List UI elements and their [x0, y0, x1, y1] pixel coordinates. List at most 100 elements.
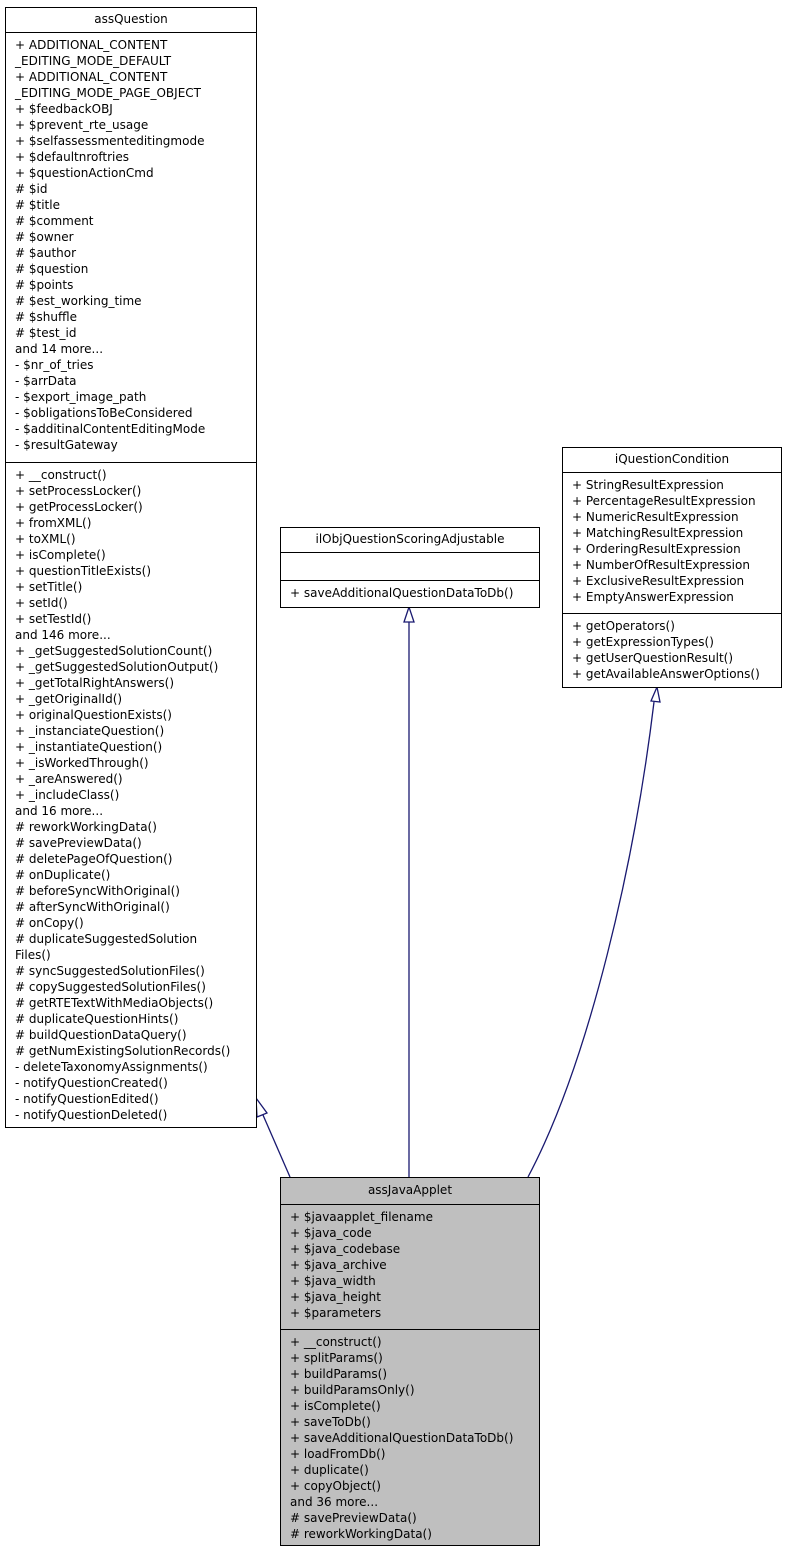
attributes-section: + $javaapplet_filename + $java_code + $jav… [281, 1205, 539, 1329]
attribute-item: # $id [15, 182, 48, 196]
method-item: + buildParams() [290, 1367, 388, 1381]
method-item: - deleteTaxonomyAssignments() [15, 1060, 208, 1074]
attribute-item: # $comment [15, 214, 94, 228]
method-item: + getOperators() [572, 619, 675, 633]
attributes-section [281, 553, 539, 580]
edge-assjavaapplet-to-iquestioncondition [527, 701, 655, 1178]
attribute-item: + $parameters [290, 1306, 382, 1320]
attribute-item: + ExclusiveResultExpression [572, 574, 745, 588]
method-item: + setId() [15, 596, 68, 610]
method-item: + getAvailableAnswerOptions() [572, 667, 760, 681]
attribute-item: + $questionActionCmd [15, 166, 154, 180]
method-item: # savePreviewData() [15, 836, 142, 850]
method-item: # buildQuestionDataQuery() [15, 1028, 187, 1042]
method-item: + setTestId() [15, 612, 92, 626]
attribute-item: + NumberOfResultExpression [572, 558, 750, 572]
methods-section: + saveAdditionalQuestionDataToDb() [281, 580, 539, 601]
attribute-item: # $title [15, 198, 60, 212]
method-item: + questionTitleExists() [15, 564, 152, 578]
method-item: + setTitle() [15, 580, 83, 594]
attribute-item: # $question [15, 262, 89, 276]
edge-assjavaapplet-to-assquestion [262, 1114, 291, 1178]
attributes-section: + StringResultExpression + PercentageResu… [563, 473, 781, 613]
method-item: + fromXML() [15, 516, 92, 530]
method-item: # syncSuggestedSolutionFiles() [15, 964, 205, 978]
method-item: + _getSuggestedSolutionCount() [15, 644, 213, 658]
attribute-item: # $owner [15, 230, 74, 244]
method-item: + copyObject() [290, 1479, 381, 1493]
method-item: + _isWorkedThrough() [15, 756, 149, 770]
attributes-section: + ADDITIONAL_CONTENT _EDITING_MODE_DEFAUL… [6, 33, 256, 462]
more-members-link[interactable]: and 146 more... [15, 627, 256, 643]
method-item: # onDuplicate() [15, 868, 111, 882]
method-item: # savePreviewData() [290, 1511, 417, 1525]
class-ilobjquestionscoringadjustable[interactable]: ilObjQuestionScoringAdjustable + saveAdd… [280, 527, 540, 608]
method-item: + _instantiateQuestion() [15, 740, 163, 754]
method-item: # duplicateQuestionHints() [15, 1012, 179, 1026]
method-item: # onCopy() [15, 916, 84, 930]
method-item: # duplicateSuggestedSolution [15, 932, 198, 946]
method-item: + isComplete() [15, 548, 106, 562]
more-members-link[interactable]: and 36 more... [290, 1494, 539, 1510]
attribute-item: - $additinalContentEditingMode [15, 422, 206, 436]
attribute-item: + $java_height [290, 1290, 381, 1304]
method-item: + loadFromDb() [290, 1447, 386, 1461]
realization-arrowhead-icon [403, 604, 415, 623]
method-item: Files() [15, 948, 51, 962]
method-item: + __construct() [15, 468, 107, 482]
attribute-item: + StringResultExpression [572, 478, 724, 492]
method-item: + duplicate() [290, 1463, 369, 1477]
attribute-item: + $java_archive [290, 1258, 387, 1272]
attribute-item: # $author [15, 246, 77, 260]
method-item: - notifyQuestionCreated() [15, 1076, 168, 1090]
method-item: + getExpressionTypes() [572, 635, 714, 649]
class-title: assJavaApplet [281, 1178, 539, 1205]
method-item: + _includeClass() [15, 788, 120, 802]
method-item: + saveToDb() [290, 1415, 371, 1429]
method-item: - notifyQuestionDeleted() [15, 1108, 168, 1122]
method-item: # deletePageOfQuestion() [15, 852, 173, 866]
attribute-item: + $defaultnroftries [15, 150, 129, 164]
realization-arrowhead-icon [650, 684, 661, 703]
method-item: + toXML() [15, 532, 76, 546]
methods-section: + __construct() + splitParams() + buildPar… [281, 1329, 539, 1542]
more-members-link[interactable]: and 14 more... [15, 341, 256, 357]
attribute-item: + $java_codebase [290, 1242, 401, 1256]
attribute-item: + NumericResultExpression [572, 510, 739, 524]
method-item: + _instanciateQuestion() [15, 724, 165, 738]
method-item: + _getSuggestedSolutionOutput() [15, 660, 219, 674]
attribute-item: + $javaapplet_filename [290, 1210, 433, 1224]
method-item: + originalQuestionExists() [15, 708, 172, 722]
attribute-item: # $points [15, 278, 74, 292]
attribute-item: + $selfassessmenteditingmode [15, 134, 205, 148]
method-item: # reworkWorkingData() [15, 820, 157, 834]
method-item: + getProcessLocker() [15, 500, 143, 514]
method-item: + _areAnswered() [15, 772, 123, 786]
attribute-item: + $java_width [290, 1274, 376, 1288]
attribute-item: # $test_id [15, 326, 77, 340]
attribute-item: _EDITING_MODE_DEFAULT [15, 54, 172, 68]
attribute-item: - $nr_of_tries [15, 358, 94, 372]
attribute-item: - $arrData [15, 374, 77, 388]
class-title: assQuestion [6, 8, 256, 33]
attribute-item: + PercentageResultExpression [572, 494, 756, 508]
attribute-item: + $java_code [290, 1226, 372, 1240]
attribute-item: # $est_working_time [15, 294, 142, 308]
class-iquestioncondition[interactable]: iQuestionCondition + StringResultExpress… [562, 447, 782, 688]
class-assquestion[interactable]: assQuestion + ADDITIONAL_CONTENT _EDITING… [5, 7, 257, 1128]
more-members-link[interactable]: and 16 more... [15, 803, 256, 819]
attribute-item: + $feedbackOBJ [15, 102, 113, 116]
method-item: # afterSyncWithOriginal() [15, 900, 170, 914]
attribute-item: - $resultGateway [15, 438, 118, 452]
class-assjavaapplet[interactable]: assJavaApplet + $javaapplet_filename + $j… [280, 1177, 540, 1546]
attribute-item: + $prevent_rte_usage [15, 118, 149, 132]
attribute-item: _EDITING_MODE_PAGE_OBJECT [15, 86, 201, 100]
method-item: + setProcessLocker() [15, 484, 142, 498]
attribute-item: + MatchingResultExpression [572, 526, 744, 540]
method-item: + isComplete() [290, 1399, 381, 1413]
method-item: + splitParams() [290, 1351, 383, 1365]
attribute-item: # $shuffle [15, 310, 77, 324]
method-item: + saveAdditionalQuestionDataToDb() [290, 586, 514, 600]
attribute-item: + ADDITIONAL_CONTENT [15, 38, 168, 52]
attribute-item: - $export_image_path [15, 390, 147, 404]
